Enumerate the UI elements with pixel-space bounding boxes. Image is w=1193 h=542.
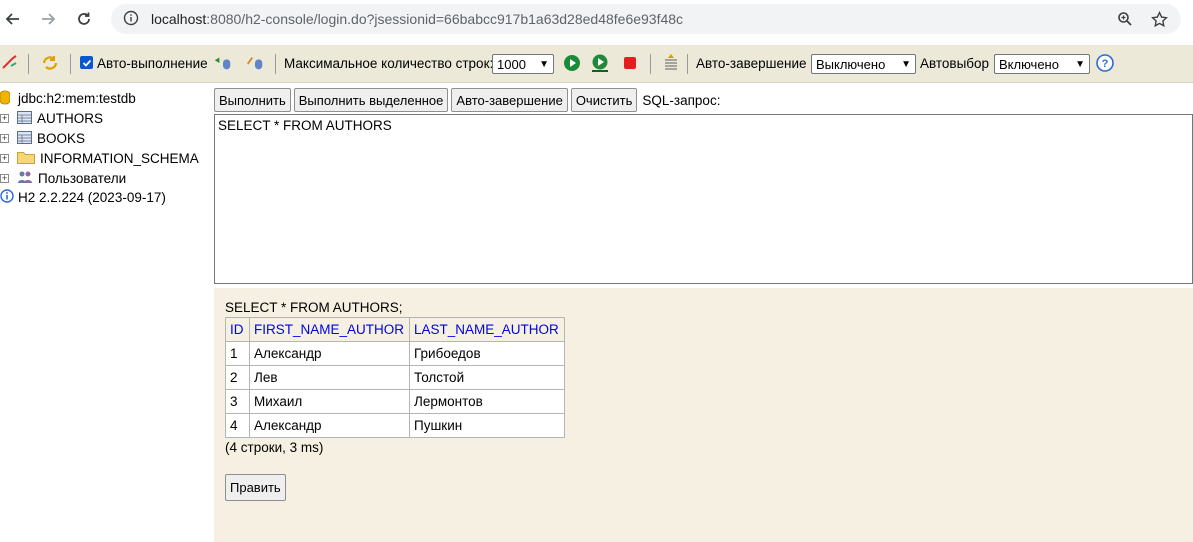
table-cell: Александр — [249, 341, 410, 366]
tree-item-users[interactable]: + Пользователи — [0, 169, 126, 188]
history-icon[interactable] — [661, 53, 681, 73]
sql-query-label: SQL-запрос: — [642, 92, 721, 108]
result-panel: SELECT * FROM AUTHORS; ID FIRST_NAME_AUT… — [214, 288, 1193, 542]
toolbar-divider — [650, 54, 651, 74]
tree-item-label: AUTHORS — [37, 111, 104, 126]
address-bar[interactable]: localhost:8080/h2-console/login.do?jsess… — [111, 4, 1181, 34]
table-header-row: ID FIRST_NAME_AUTHOR LAST_NAME_AUTHOR — [225, 317, 565, 342]
tree-item-books[interactable]: + BOOKS — [0, 129, 85, 148]
tree-connection[interactable]: jdbc:h2:mem:testdb — [0, 89, 136, 108]
rollback-icon[interactable] — [213, 53, 233, 73]
tree-item-label: Пользователи — [38, 171, 127, 186]
query-toolbar: Выполнить Выполнить выделенное Авто-заве… — [214, 88, 720, 112]
autoselect-label: Автовыбор — [920, 56, 990, 71]
autoselect-select[interactable]: Включено ▼ — [994, 54, 1090, 74]
table-cell: Толстой — [409, 365, 565, 390]
table-icon — [17, 110, 32, 127]
expand-plus-icon[interactable]: + — [0, 154, 9, 163]
max-rows-label: Максимальное количество строк: — [284, 56, 494, 71]
help-icon[interactable]: ? — [1095, 53, 1115, 73]
autocomplete-button[interactable]: Авто-завершение — [451, 88, 568, 112]
tree-item-label: BOOKS — [37, 131, 86, 146]
expand-plus-icon[interactable]: + — [0, 174, 9, 183]
run-selected-icon[interactable] — [590, 53, 610, 73]
column-header[interactable]: FIRST_NAME_AUTHOR — [249, 317, 410, 342]
sql-editor-text: SELECT * FROM AUTHORS — [218, 118, 392, 133]
table-row: 3 Михаил Лермонтов — [225, 389, 565, 414]
info-icon — [0, 189, 14, 206]
run-icon[interactable] — [562, 53, 582, 73]
forward-arrow-icon[interactable] — [35, 6, 61, 32]
toolbar-divider — [28, 54, 29, 74]
tree-version: H2 2.2.224 (2023-09-17) — [0, 188, 166, 207]
autocommit-checkbox[interactable] — [80, 56, 93, 69]
edit-button[interactable]: Править — [225, 474, 286, 501]
refresh-icon[interactable] — [40, 53, 60, 73]
svg-text:?: ? — [1102, 58, 1109, 70]
stop-icon[interactable] — [620, 53, 640, 73]
max-rows-value: 1000 — [497, 56, 526, 72]
toolbar-divider — [275, 54, 276, 74]
bookmark-star-icon[interactable] — [1149, 9, 1169, 29]
autocomplete-label: Авто-завершение — [696, 56, 807, 71]
table-cell: Лермонтов — [409, 389, 565, 414]
table-cell: 2 — [225, 365, 250, 390]
autoselect-value: Включено — [999, 56, 1059, 72]
clear-button[interactable]: Очистить — [570, 88, 638, 112]
tree-item-authors[interactable]: + AUTHORS — [0, 109, 103, 128]
table-row: 2 Лев Толстой — [225, 365, 565, 390]
commit-icon[interactable] — [245, 53, 265, 73]
site-info-icon[interactable] — [123, 10, 139, 29]
table-icon — [17, 130, 32, 147]
h2-toolbar: Авто-выполнение Максимальное количество … — [0, 45, 1193, 83]
tree-item-label: INFORMATION_SCHEMA — [40, 151, 199, 166]
back-arrow-icon[interactable] — [0, 6, 26, 32]
column-header[interactable]: LAST_NAME_AUTHOR — [409, 317, 565, 342]
table-cell: Лев — [249, 365, 410, 390]
toolbar-divider — [687, 54, 688, 74]
run-button[interactable]: Выполнить — [214, 88, 291, 112]
table-row: 1 Александр Грибоедов — [225, 341, 565, 366]
expand-plus-icon[interactable]: + — [0, 134, 9, 143]
table-cell: Грибоедов — [409, 341, 565, 366]
expand-plus-icon[interactable]: + — [0, 114, 9, 123]
chevron-down-icon: ▼ — [901, 58, 911, 70]
result-count: (4 строки, 3 ms) — [225, 440, 324, 455]
disconnect-icon[interactable] — [0, 53, 20, 73]
folder-icon — [17, 150, 35, 167]
column-header[interactable]: ID — [225, 317, 250, 342]
version-label: H2 2.2.224 (2023-09-17) — [18, 190, 166, 205]
reload-icon[interactable] — [71, 6, 97, 32]
zoom-icon[interactable] — [1115, 9, 1135, 29]
database-icon — [0, 90, 11, 108]
url-text: localhost:8080/h2-console/login.do?jsess… — [151, 11, 684, 27]
result-query-text: SELECT * FROM AUTHORS; — [225, 300, 403, 315]
table-row: 4 Александр Пушкин — [225, 413, 565, 438]
result-table: ID FIRST_NAME_AUTHOR LAST_NAME_AUTHOR 1 … — [225, 317, 565, 438]
autocomplete-value: Выключено — [816, 56, 886, 72]
browser-bar: localhost:8080/h2-console/login.do?jsess… — [0, 0, 1193, 39]
table-cell: Александр — [249, 413, 410, 438]
autocomplete-select[interactable]: Выключено ▼ — [811, 54, 916, 74]
schema-tree: jdbc:h2:mem:testdb + AUTHORS + BOOKS + I… — [0, 88, 210, 542]
table-cell: 1 — [225, 341, 250, 366]
chevron-down-icon: ▼ — [1075, 58, 1085, 70]
toolbar-divider — [70, 54, 71, 74]
sql-editor[interactable]: SELECT * FROM AUTHORS — [214, 114, 1193, 284]
main-panel: Выполнить Выполнить выделенное Авто-заве… — [214, 88, 1193, 542]
table-cell: Пушкин — [409, 413, 565, 438]
chevron-down-icon: ▼ — [539, 58, 549, 70]
table-cell: 4 — [225, 413, 250, 438]
users-icon — [17, 170, 33, 187]
table-cell: 3 — [225, 389, 250, 414]
table-cell: Михаил — [249, 389, 410, 414]
tree-connection-label: jdbc:h2:mem:testdb — [18, 91, 136, 106]
tree-item-information-schema[interactable]: + INFORMATION_SCHEMA — [0, 149, 199, 168]
run-selected-button[interactable]: Выполнить выделенное — [293, 88, 449, 112]
max-rows-select[interactable]: 1000 ▼ — [492, 54, 554, 74]
autocommit-label: Авто-выполнение — [97, 56, 208, 71]
